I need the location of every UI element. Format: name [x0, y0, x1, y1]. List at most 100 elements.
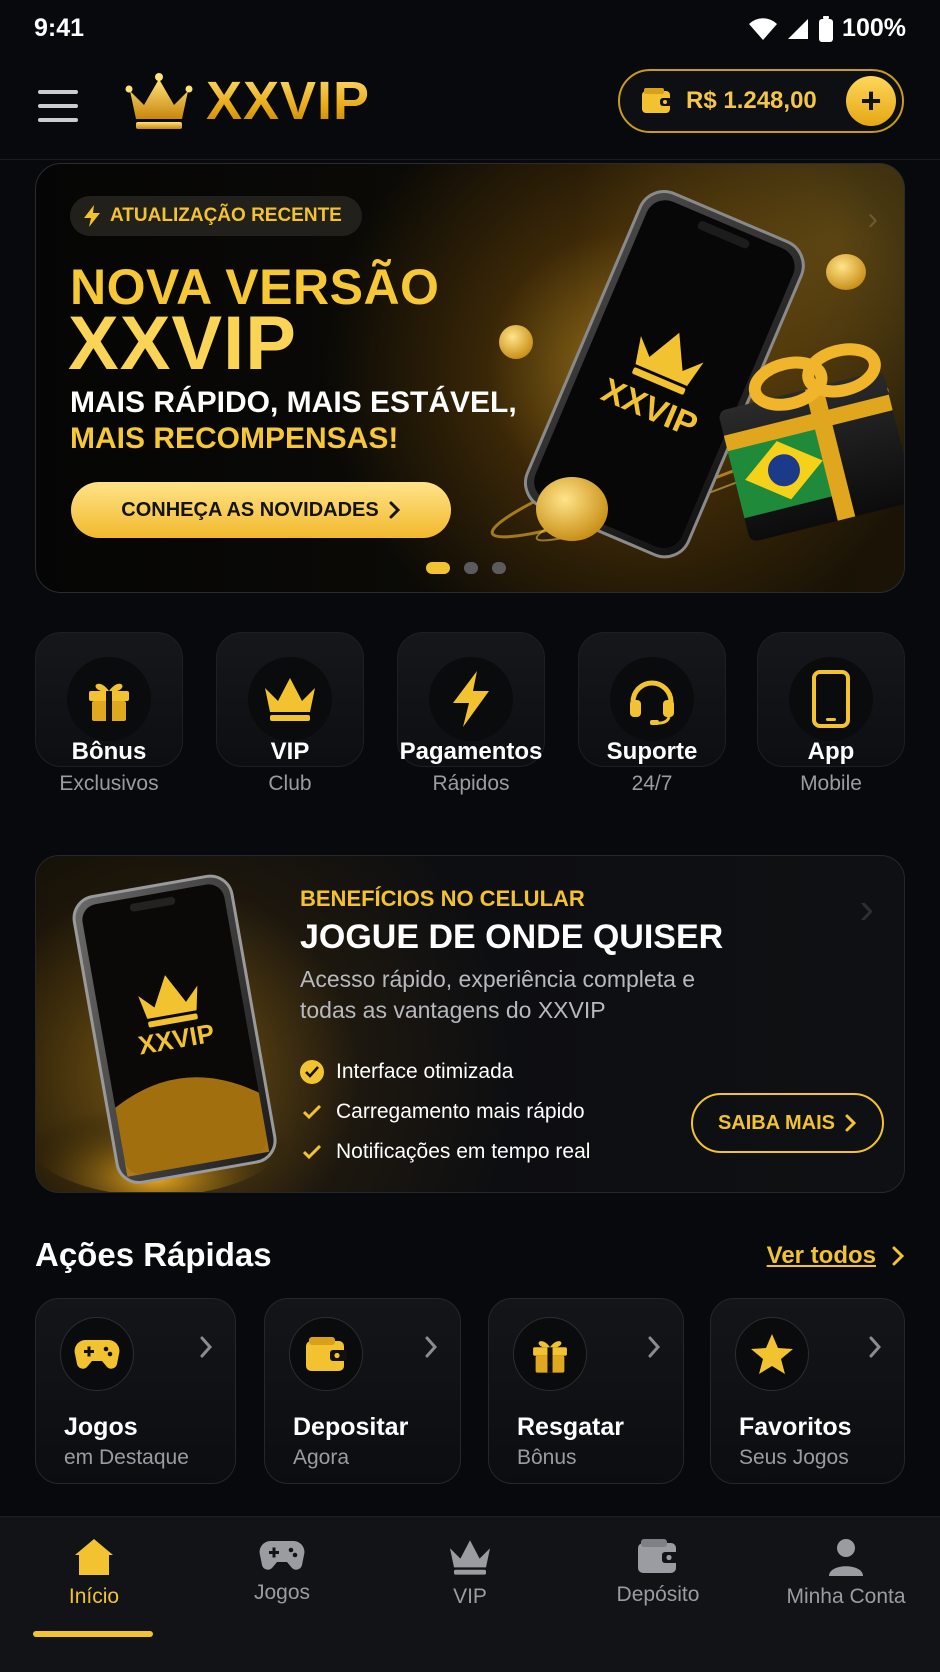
check-icon [300, 1100, 324, 1124]
chevron-right-icon: › [859, 884, 874, 933]
quick-action-games[interactable]: Jogos em Destaque [35, 1298, 236, 1484]
carousel-dots [426, 562, 506, 574]
promo-benefit-label: Notificações em tempo real [336, 1140, 591, 1163]
hero-tag: ATUALIZAÇÃO RECENTE [70, 196, 362, 236]
nav-item-games[interactable]: Jogos [188, 1517, 376, 1637]
feature-bonus[interactable]: Bônus Exclusivos [35, 632, 183, 795]
brand-logo[interactable]: XXVIP [124, 70, 370, 132]
check-circle-icon [300, 1060, 324, 1084]
nav-label: VIP [453, 1585, 487, 1608]
wifi-icon [749, 17, 778, 40]
status-indicators: 100% [748, 14, 906, 43]
menu-icon-bar [38, 104, 78, 108]
crown-icon [265, 678, 315, 721]
feature-app[interactable]: App Mobile [757, 632, 905, 795]
hero-subtitle-line1: MAIS RÁPIDO, MAIS ESTÁVEL, [70, 386, 517, 419]
nav-item-home[interactable]: Início [0, 1517, 188, 1637]
nav-item-vip[interactable]: VIP [376, 1517, 564, 1637]
hero-banner[interactable]: ATUALIZAÇÃO RECENTE NOVA VERSÃO XXVIP MA… [35, 163, 905, 593]
quick-action-title: Resgatar [517, 1413, 624, 1441]
chevron-right-icon [200, 1336, 213, 1358]
feature-title: VIP [270, 738, 310, 765]
nav-item-deposit[interactable]: Depósito [564, 1517, 752, 1637]
mobile-promo-card[interactable]: XXVIP BENEFÍCIOS NO CELULAR JOGUE DE OND… [35, 855, 905, 1193]
quick-action-subtitle: Seus Jogos [739, 1446, 849, 1469]
chevron-right-icon [648, 1336, 661, 1358]
see-all-label: Ver todos [766, 1242, 876, 1269]
battery-level: 100% [842, 14, 906, 42]
wallet-icon [642, 88, 672, 113]
feature-title: Pagamentos [399, 738, 543, 765]
quick-action-title: Depositar [293, 1413, 409, 1441]
lightning-icon [84, 205, 100, 227]
promo-title: JOGUE DE ONDE QUISER [300, 918, 724, 956]
brand-name: XXVIP [206, 71, 371, 131]
quick-action-redeem[interactable]: Resgatar Bônus [488, 1298, 684, 1484]
balance-pill[interactable]: R$ 1.248,00 + [618, 69, 904, 133]
carousel-dot-1[interactable] [426, 562, 450, 574]
feature-icon-circle [610, 657, 694, 741]
hero-tag-label: ATUALIZAÇÃO RECENTE [110, 205, 342, 226]
crown-icon [450, 1540, 490, 1575]
hero-cta-button[interactable]: CONHEÇA AS NOVIDADES [71, 482, 451, 538]
add-funds-button[interactable]: + [846, 76, 896, 126]
hero-cta-label: CONHEÇA AS NOVIDADES [121, 498, 379, 521]
nav-active-indicator [33, 1631, 153, 1637]
hero-phone-illustration: XXVIP [490, 190, 904, 559]
feature-shortcuts: Bônus Exclusivos VIP Club Pagamentos Ráp… [35, 632, 905, 802]
promo-benefit-item: Carregamento mais rápido [300, 1092, 590, 1132]
check-icon [300, 1140, 324, 1164]
feature-subtitle: Exclusivos [59, 772, 159, 795]
menu-button[interactable] [36, 84, 80, 128]
feature-title: Bônus [71, 738, 147, 765]
quick-action-title: Jogos [64, 1413, 138, 1441]
chevron-right-icon [845, 1114, 857, 1132]
feature-title: Suporte [606, 738, 698, 765]
chevron-right-icon [869, 1336, 882, 1358]
status-bar: 9:41 100% [0, 0, 940, 60]
feature-support[interactable]: Suporte 24/7 [578, 632, 726, 795]
feature-subtitle: Rápidos [432, 772, 510, 795]
promo-benefit-item: Interface otimizada [300, 1052, 590, 1092]
promo-eyebrow: BENEFÍCIOS NO CELULAR [300, 886, 585, 911]
menu-icon-bar [38, 118, 78, 122]
promo-phone-illustration: XXVIP [36, 874, 286, 1192]
carousel-dot-3[interactable] [492, 562, 506, 574]
nav-label: Minha Conta [786, 1585, 906, 1608]
menu-icon-bar [38, 90, 78, 94]
bottom-nav: Início Jogos VIP Depósito Minha Conta [0, 1516, 940, 1672]
quick-action-icon-circle [735, 1317, 809, 1391]
wallet-icon [638, 1539, 679, 1573]
quick-action-icon-circle [513, 1317, 587, 1391]
lightning-icon [453, 671, 489, 727]
quick-action-subtitle: Bônus [517, 1446, 577, 1469]
quick-action-subtitle: em Destaque [64, 1446, 189, 1469]
phone-icon [812, 670, 850, 728]
feature-subtitle: Club [268, 772, 312, 795]
feature-subtitle: 24/7 [631, 772, 673, 795]
nav-item-account[interactable]: Minha Conta [752, 1517, 940, 1637]
hero-subtitle-line2: MAIS RECOMPENSAS! [70, 422, 399, 455]
status-time: 9:41 [34, 14, 85, 42]
promo-description: Acesso rápido, experiência completa e to… [300, 966, 696, 1023]
quick-action-favorites[interactable]: Favoritos Seus Jogos [710, 1298, 905, 1484]
promo-benefit-list: Interface otimizada Carregamento mais rá… [300, 1052, 590, 1172]
quick-action-deposit[interactable]: Depositar Agora [264, 1298, 461, 1484]
feature-subtitle: Mobile [800, 772, 862, 795]
hero-title-line2: XXVIP [68, 301, 297, 386]
see-all-link[interactable]: Ver todos [767, 1242, 904, 1270]
home-icon [75, 1539, 113, 1575]
learn-more-label: SAIBA MAIS [717, 1111, 836, 1134]
quick-action-icon-circle [60, 1317, 134, 1391]
quick-action-title: Favoritos [739, 1413, 852, 1441]
learn-more-button[interactable]: SAIBA MAIS [691, 1093, 884, 1153]
gift-icon [533, 1341, 567, 1373]
feature-payments[interactable]: Pagamentos Rápidos [397, 632, 545, 795]
nav-label: Jogos [253, 1581, 311, 1604]
carousel-dot-2[interactable] [464, 562, 478, 574]
feature-vip[interactable]: VIP Club [216, 632, 364, 795]
gamepad-icon [259, 1541, 305, 1570]
wallet-icon [306, 1337, 347, 1371]
quick-action-icon-circle [289, 1317, 363, 1391]
hero-next-arrow[interactable]: › [867, 200, 878, 237]
